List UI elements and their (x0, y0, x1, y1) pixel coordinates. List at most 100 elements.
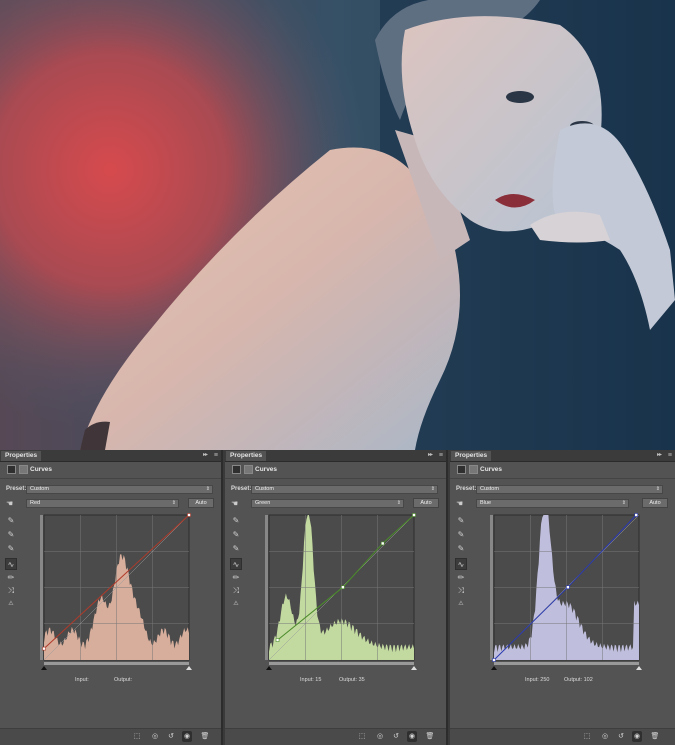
targeted-adjustment-icon[interactable]: ☚ (231, 499, 238, 508)
collapse-icon[interactable]: ▸▸ (657, 450, 662, 461)
adjustment-layer-icon (232, 465, 241, 474)
collapse-icon[interactable]: ▸▸ (203, 450, 208, 461)
curve-graph-blue[interactable] (490, 513, 645, 673)
clip-to-layer-icon[interactable]: ⬚ (582, 731, 592, 742)
panel-bottom-bar: ⬚ ◎ ↺ ◉ 🗑 (0, 728, 221, 745)
curve-control-point (341, 585, 345, 590)
curves-header: Curves (450, 462, 675, 479)
white-point-eyedropper-icon[interactable]: ✎ (230, 543, 242, 555)
view-previous-icon[interactable]: ◎ (375, 731, 385, 742)
output-readout: Output: (114, 677, 132, 683)
properties-panel-green: Properties ▸▸ ≡ Curves Preset: Custom ⇕ ☚… (225, 450, 448, 745)
channel-value: Blue (480, 500, 492, 506)
curve-point-icon[interactable]: ∿ (5, 558, 17, 570)
curve-control-point (187, 513, 191, 517)
auto-button[interactable]: Auto (413, 498, 439, 508)
preset-dropdown[interactable]: Custom ⇕ (251, 485, 438, 494)
channel-value: Red (30, 500, 41, 506)
sample-in-image-icon[interactable]: ✎ (455, 515, 467, 527)
preset-value: Custom (30, 486, 49, 492)
smooth-icon[interactable]: ⤨ (5, 585, 17, 597)
white-point-eyedropper-icon[interactable]: ✎ (455, 543, 467, 555)
photo-canvas (0, 0, 675, 450)
output-readout: Output: 102 (564, 677, 593, 683)
panel-menu-icon[interactable]: ≡ (668, 450, 672, 461)
panel-title: Curves (255, 466, 278, 473)
preset-value: Custom (255, 486, 274, 492)
tab-properties[interactable]: Properties (451, 451, 492, 461)
channel-dropdown[interactable]: Green ⇕ (251, 499, 404, 508)
view-previous-icon[interactable]: ◎ (600, 731, 610, 742)
curve-control-point (412, 513, 416, 517)
visibility-eye-icon[interactable]: ◉ (407, 731, 417, 742)
targeted-adjustment-icon[interactable]: ☚ (6, 499, 13, 508)
trash-icon[interactable]: 🗑 (200, 731, 210, 742)
visibility-eye-icon[interactable]: ◉ (632, 731, 642, 742)
black-point-eyedropper-icon[interactable]: ✎ (455, 529, 467, 541)
auto-button[interactable]: Auto (188, 498, 214, 508)
reset-icon[interactable]: ↺ (166, 731, 176, 742)
reset-icon[interactable]: ↺ (391, 731, 401, 742)
white-point-eyedropper-icon[interactable]: ✎ (5, 543, 17, 555)
collapse-icon[interactable]: ▸▸ (428, 450, 433, 461)
smooth-icon[interactable]: ⤨ (455, 585, 467, 597)
black-point-eyedropper-icon[interactable]: ✎ (230, 529, 242, 541)
dropdown-arrow-icon: ⇕ (430, 486, 435, 492)
clipping-warning-icon[interactable]: ⚠ (455, 598, 467, 610)
curve-graph-green[interactable] (265, 513, 420, 673)
properties-panel-red: Properties ▸▸ ≡ Curves Preset: Custom ⇕ ☚… (0, 450, 223, 745)
input-label: Input: (300, 677, 314, 683)
auto-button[interactable]: Auto (642, 498, 668, 508)
tab-properties[interactable]: Properties (226, 451, 267, 461)
pencil-icon[interactable]: ✏ (455, 572, 467, 584)
curve-point-icon[interactable]: ∿ (230, 558, 242, 570)
reset-icon[interactable]: ↺ (616, 731, 626, 742)
panel-menu-icon[interactable]: ≡ (214, 450, 218, 461)
input-label: Input: (525, 677, 539, 683)
curve-graph-red[interactable] (40, 513, 195, 673)
panel-title: Curves (30, 466, 53, 473)
white-point-slider (636, 666, 642, 670)
layer-mask-icon[interactable] (244, 465, 253, 474)
tab-properties[interactable]: Properties (1, 451, 42, 461)
output-gradient-bar (265, 515, 268, 660)
pencil-icon[interactable]: ✏ (230, 572, 242, 584)
view-previous-icon[interactable]: ◎ (150, 731, 160, 742)
clipping-warning-icon[interactable]: ⚠ (5, 598, 17, 610)
clip-to-layer-icon[interactable]: ⬚ (132, 731, 142, 742)
curve-control-point (42, 646, 46, 651)
panel-tab-bar: Properties ▸▸ ≡ (0, 450, 221, 462)
layer-mask-icon[interactable] (19, 465, 28, 474)
output-readout: Output: 35 (339, 677, 365, 683)
smooth-icon[interactable]: ⤨ (230, 585, 242, 597)
layer-mask-icon[interactable] (469, 465, 478, 474)
dropdown-arrow-icon: ⇕ (171, 500, 176, 506)
sample-in-image-icon[interactable]: ✎ (5, 515, 17, 527)
channel-dropdown[interactable]: Red ⇕ (26, 499, 179, 508)
clip-to-layer-icon[interactable]: ⬚ (357, 731, 367, 742)
curve-control-point (275, 638, 280, 642)
trash-icon[interactable]: 🗑 (650, 731, 660, 742)
dropdown-arrow-icon: ⇕ (205, 486, 210, 492)
curves-header: Curves (0, 462, 221, 479)
curve-control-point (492, 658, 496, 662)
preset-dropdown[interactable]: Custom ⇕ (26, 485, 213, 494)
visibility-eye-icon[interactable]: ◉ (182, 731, 192, 742)
channel-dropdown[interactable]: Blue ⇕ (476, 499, 629, 508)
trash-icon[interactable]: 🗑 (425, 731, 435, 742)
panel-menu-icon[interactable]: ≡ (439, 450, 443, 461)
targeted-adjustment-icon[interactable]: ☚ (456, 499, 463, 508)
preset-label: Preset: (231, 486, 252, 492)
pencil-icon[interactable]: ✏ (5, 572, 17, 584)
preset-label: Preset: (456, 486, 477, 492)
output-gradient-bar (490, 515, 493, 660)
preset-dropdown[interactable]: Custom ⇕ (476, 485, 663, 494)
curve-point-icon[interactable]: ∿ (455, 558, 467, 570)
sample-in-image-icon[interactable]: ✎ (230, 515, 242, 527)
output-value: 35 (358, 677, 365, 683)
adjustment-layer-icon (457, 465, 466, 474)
black-point-eyedropper-icon[interactable]: ✎ (5, 529, 17, 541)
clipping-warning-icon[interactable]: ⚠ (230, 598, 242, 610)
input-gradient-bar (269, 662, 414, 665)
properties-panel-blue: Properties ▸▸ ≡ Curves Preset: Custom ⇕ ☚… (450, 450, 675, 745)
